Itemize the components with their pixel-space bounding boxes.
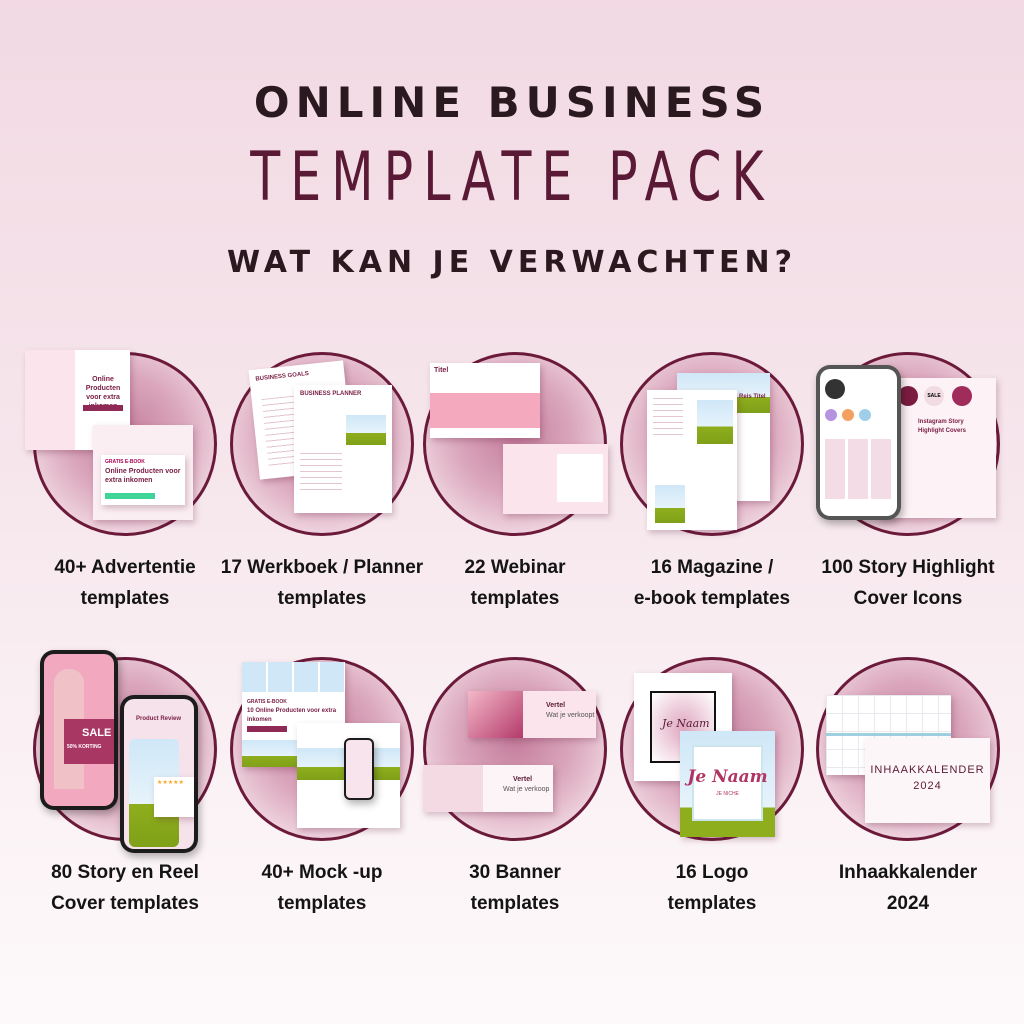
subtitle: WAT KAN JE VERWACHTEN? (226, 245, 798, 280)
circle-ring (423, 657, 607, 841)
item-label: 100 Story Highlight Cover Icons (821, 557, 995, 609)
webinar-slide-1: Titel (430, 363, 540, 438)
item-story-highlight: SALE Instagram Story Highlight Covers 10… (808, 340, 1008, 620)
title-line-1: ONLINE BUSINESS (253, 78, 771, 127)
title-line-2: TEMPLATE PACK (250, 138, 774, 217)
phone-mockup (816, 365, 901, 520)
calendar-cover: INHAAKKALENDER 2024 (865, 738, 990, 823)
item-story-reel: SALE 50% KORTING Product Review ★★★★★ 80… (25, 645, 225, 925)
ebook-ad-preview: GRATIS E-BOOK Online Producten voor extr… (93, 425, 193, 520)
item-advertentie: Online Producten voor extra inkomen GRAT… (25, 340, 225, 620)
phone-sale: SALE 50% KORTING (40, 650, 118, 810)
item-logo: Je Naam Je Naam JE NICHE 16 Logo template… (612, 645, 812, 925)
magazine-title: Reis Titel (739, 394, 766, 400)
magazine-page-front (647, 390, 737, 530)
banner-2: Vertel Wat je verkoop (423, 765, 553, 812)
item-werkboek: BUSINESS GOALS BUSINESS PLANNER 17 Werkb… (221, 340, 423, 620)
mockup-phone-card (297, 723, 400, 828)
logo-preview-2: Je Naam JE NICHE (680, 731, 775, 837)
banner-1: Vertel Wat je verkoopt (468, 691, 596, 738)
item-webinar: Titel 22 Webinar templates (415, 340, 615, 620)
item-inhaakkalender: INHAAKKALENDER 2024 Inhaakkalender 2024 (808, 645, 1008, 925)
phone-review: Product Review ★★★★★ (120, 695, 198, 853)
item-mockup: GRATIS E-BOOK 10 Online Producten voor e… (222, 645, 422, 925)
webinar-slide-2 (503, 444, 608, 514)
item-banner: Vertel Wat je verkoopt Vertel Wat je ver… (415, 645, 615, 925)
item-magazine: Reis Titel 16 Magazine / e-book templates (612, 340, 812, 620)
planner-page: BUSINESS PLANNER (294, 385, 392, 513)
item-label: Inhaakkalender 2024 (838, 862, 978, 914)
